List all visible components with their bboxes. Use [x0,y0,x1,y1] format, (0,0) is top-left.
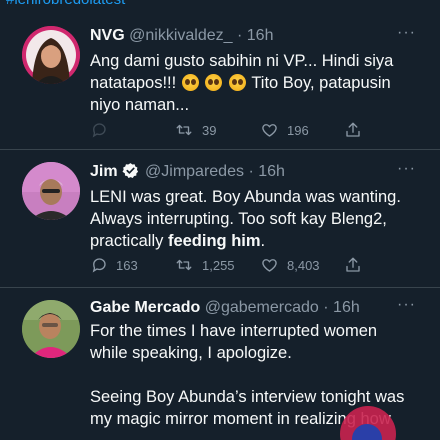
retweet-icon [176,259,192,271]
tweet-text: LENI was great. Boy Abunda was wanting. … [90,186,428,252]
retweet-icon [176,124,192,136]
reply-icon [92,123,106,138]
separator: · [323,299,329,316]
share-button[interactable] [344,256,362,274]
tweet-text: Ang dami gusto sabihin ni VP... Hindi si… [90,50,428,116]
hashtag-link[interactable]: #lenirobredolatest [6,0,125,8]
share-button[interactable] [344,121,362,139]
user-handle[interactable]: @gabemercado [205,299,319,316]
more-icon[interactable]: ··· [397,24,416,42]
tweet-text-line: Always interrupting. Too soft kay Bleng2… [90,210,387,228]
tweet-header: Jim @Jimparedes · 16h [90,162,430,182]
reply-icon [92,258,106,273]
tweet-text-line: while speaking, I apologize. [90,344,292,362]
tweet-jim[interactable]: Jim @Jimparedes · 16h ··· LENI was great… [0,150,440,288]
timestamp[interactable]: 16h [247,27,274,44]
tweet-text-line: Ang dami gusto sabihin ni VP... Hindi si… [90,52,394,70]
tweet-text-line: practically [90,232,168,250]
tweet-gabe-mercado[interactable]: Gabe Mercado @gabemercado · 16h ··· For … [0,288,440,440]
avatar-image [22,162,80,220]
reply-button[interactable]: 163 [90,256,138,274]
like-count: 8,403 [287,257,320,273]
top-hashtag-strip[interactable]: #lenirobredolatest [0,0,440,10]
like-icon [262,259,277,272]
user-handle[interactable]: @Jimparedes [145,163,244,180]
retweet-button[interactable]: 39 [174,121,216,139]
tweet-text-line: Tito Boy, patapusin [251,74,391,92]
display-name[interactable]: NVG [90,27,125,44]
reply-count: 163 [116,257,138,273]
tweet-text-line: niyo naman... [90,96,190,114]
tweet-text-line: . [260,232,266,250]
like-icon [262,124,277,137]
tweet-actions: 39 196 [86,121,386,143]
display-name[interactable]: Gabe Mercado [90,299,200,316]
more-icon[interactable]: ··· [397,160,416,178]
separator: · [248,163,254,180]
display-name[interactable]: Jim [90,163,118,180]
like-button[interactable]: 8,403 [260,256,320,274]
tweet-nvg[interactable]: NVG @nikkivaldez_ · 16h ··· Ang dami gus… [0,10,440,150]
tweet-text-line: LENI was great. Boy Abunda was wanting. [90,188,401,206]
avatar-image [22,26,80,84]
timestamp[interactable]: 16h [333,299,360,316]
avatar[interactable] [22,300,80,358]
retweet-count: 39 [202,122,217,138]
timestamp[interactable]: 16h [258,163,285,180]
more-icon[interactable]: ··· [397,296,416,314]
retweet-count: 1,255 [202,257,235,273]
tweet-text-line: natatapos!!! [90,74,177,92]
user-handle[interactable]: @nikkivaldez_ [129,27,232,44]
tweet-text-line: Seeing Boy Abunda’s interview tonight wa… [90,388,405,406]
like-button[interactable]: 196 [260,121,309,139]
pleading-face-emoji-icon [205,74,223,91]
tweet-header: Gabe Mercado @gabemercado · 16h [90,298,430,318]
like-count: 196 [287,122,309,138]
tweet-header: NVG @nikkivaldez_ · 16h [90,26,430,46]
tweet-actions: 163 1,255 8,403 [86,256,386,278]
pleading-face-emoji-icon [181,74,199,91]
retweet-button[interactable]: 1,255 [174,256,235,274]
tweet-text-bold: feeding him [167,232,261,250]
avatar[interactable] [22,162,80,220]
verified-icon [122,163,138,178]
separator: · [236,27,243,44]
tweet-text-line: For the times I have interrupted women [90,322,378,340]
share-icon [346,257,360,272]
pleading-face-emoji-icon [229,74,247,91]
reply-button[interactable] [90,121,108,139]
avatar[interactable] [22,26,80,84]
share-icon [346,122,360,137]
avatar-image [22,300,80,358]
